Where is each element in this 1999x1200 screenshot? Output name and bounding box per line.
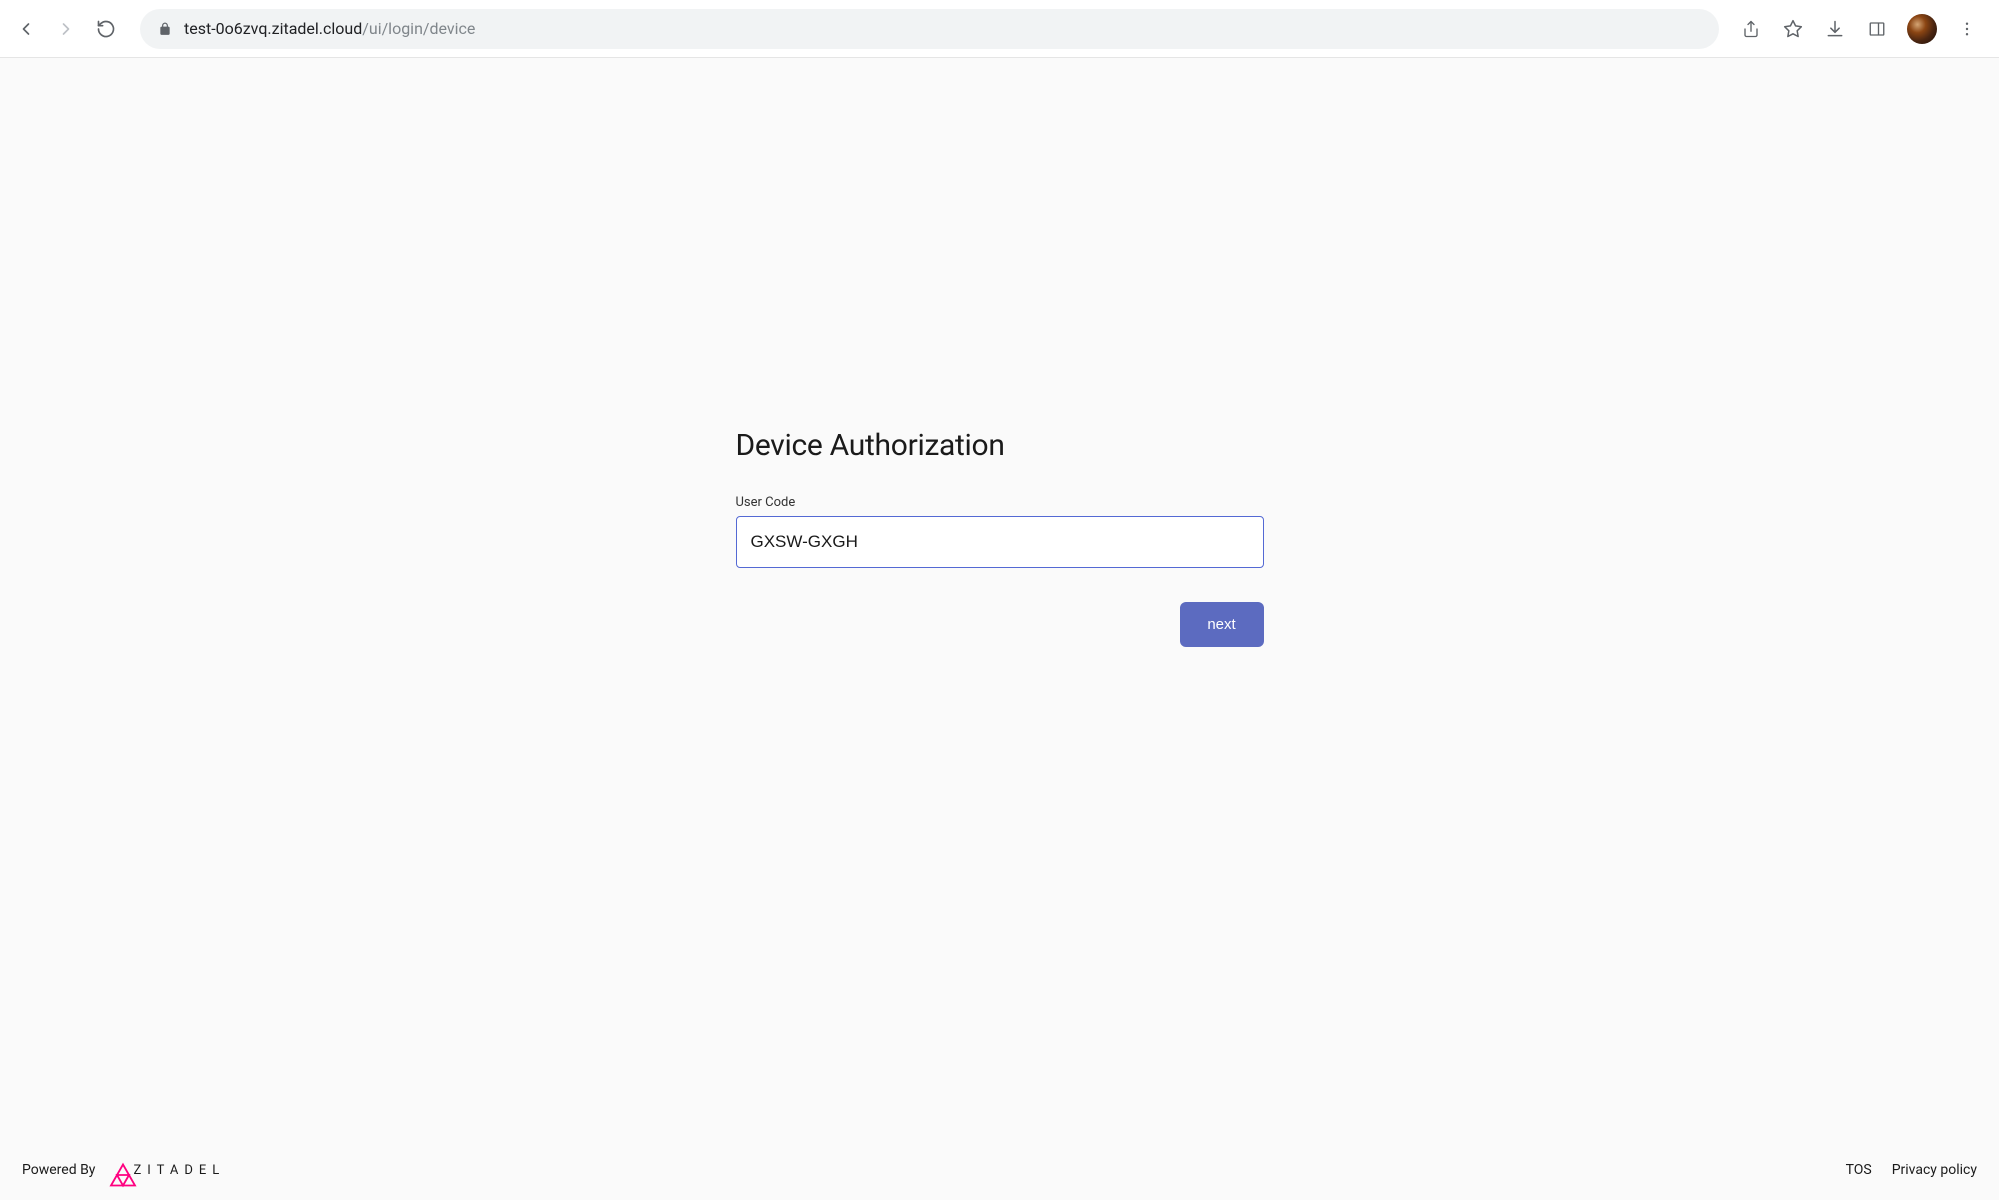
toolbar-right	[1739, 14, 1987, 44]
address-bar[interactable]: test-0o6zvq.zitadel.cloud/ui/login/devic…	[140, 9, 1719, 49]
privacy-link[interactable]: Privacy policy	[1892, 1162, 1977, 1178]
more-icon[interactable]	[1955, 17, 1979, 41]
panel-icon[interactable]	[1865, 17, 1889, 41]
button-row: next	[736, 602, 1264, 647]
zitadel-mark-icon	[105, 1160, 125, 1180]
zitadel-logo[interactable]: ZITADEL	[105, 1160, 225, 1180]
powered-by-label: Powered By	[22, 1162, 95, 1178]
share-icon[interactable]	[1739, 17, 1763, 41]
user-code-label: User Code	[736, 495, 1264, 510]
star-icon[interactable]	[1781, 17, 1805, 41]
zitadel-text: ZITADEL	[133, 1163, 225, 1178]
tos-link[interactable]: TOS	[1846, 1162, 1872, 1178]
footer: Powered By ZITADEL TOS Privacy policy	[0, 1145, 1999, 1195]
url-path: /ui/login/device	[362, 19, 475, 38]
url-domain: test-0o6zvq.zitadel.cloud	[184, 19, 362, 38]
back-button[interactable]	[12, 15, 40, 43]
download-icon[interactable]	[1823, 17, 1847, 41]
lock-icon	[158, 22, 172, 36]
profile-avatar[interactable]	[1907, 14, 1937, 44]
user-code-input[interactable]	[736, 516, 1264, 568]
footer-right: TOS Privacy policy	[1846, 1162, 1977, 1178]
url-text: test-0o6zvq.zitadel.cloud/ui/login/devic…	[184, 19, 475, 38]
browser-chrome: test-0o6zvq.zitadel.cloud/ui/login/devic…	[0, 0, 1999, 58]
reload-button[interactable]	[92, 15, 120, 43]
page-content: Device Authorization User Code next Powe…	[0, 58, 1999, 1195]
nav-buttons	[12, 15, 120, 43]
next-button[interactable]: next	[1180, 602, 1264, 647]
footer-left: Powered By ZITADEL	[22, 1160, 225, 1180]
page-title: Device Authorization	[736, 428, 1264, 463]
forward-button[interactable]	[52, 15, 80, 43]
device-auth-form: Device Authorization User Code next	[736, 428, 1264, 647]
